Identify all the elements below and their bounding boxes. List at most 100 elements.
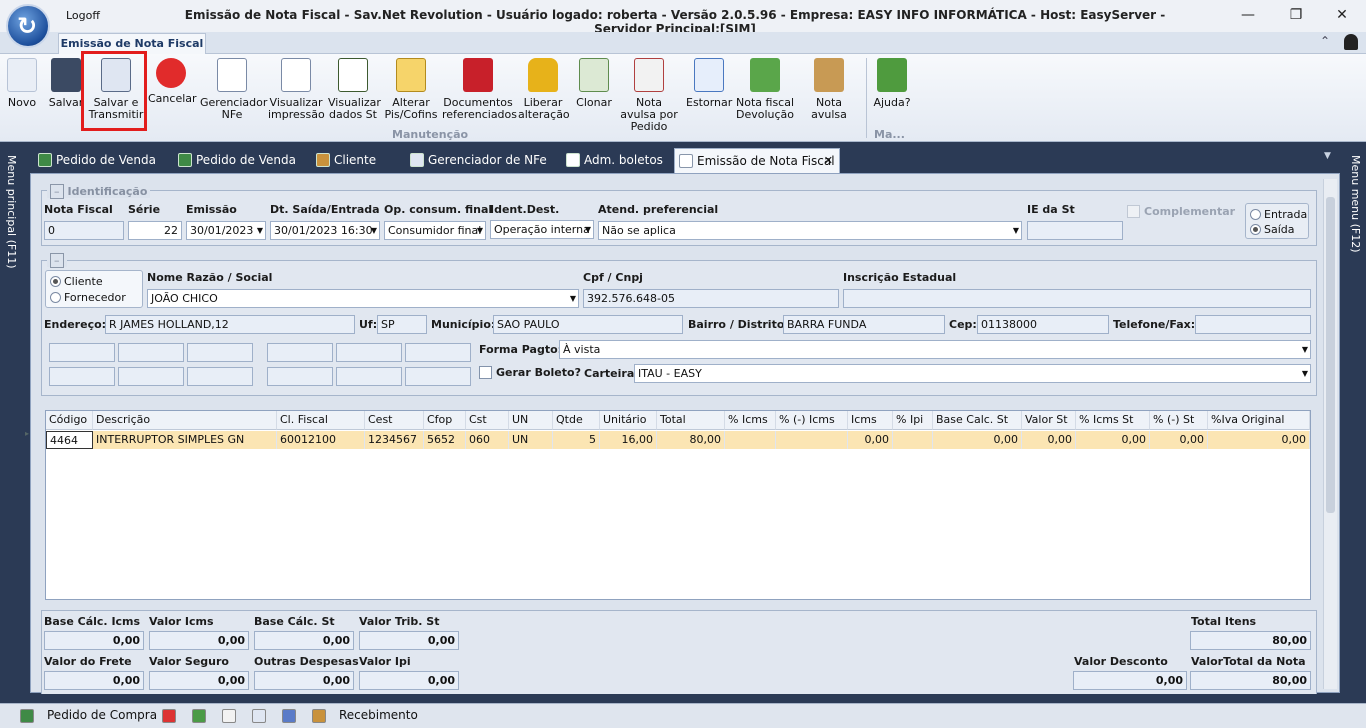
telefone-input[interactable]	[1195, 315, 1311, 334]
chevron-down-icon[interactable]: ▼	[1013, 222, 1019, 239]
novo-button[interactable]: Novo	[4, 58, 40, 109]
document-icon[interactable]	[222, 709, 236, 723]
ribbon-collapse-icon[interactable]: ⌃	[1320, 34, 1330, 48]
tab-emissao-nota-fiscal[interactable]: Emissão de Nota Fiscal ✕	[674, 148, 840, 174]
cell-icms-st[interactable]: 0,00	[1076, 431, 1150, 449]
left-menu-bar[interactable]: Menu principal (F11)	[0, 143, 22, 703]
cell-codigo[interactable]: 4464	[46, 431, 93, 449]
col-header[interactable]: Base Calc. St	[933, 411, 1022, 430]
carteira-select[interactable]: ITAU - EASY ▼	[634, 364, 1311, 383]
seguro-value[interactable]: 0,00	[149, 671, 249, 690]
order-icon[interactable]	[20, 709, 34, 723]
extra-field[interactable]	[267, 343, 333, 362]
extra-field[interactable]	[49, 343, 115, 362]
logoff-menu[interactable]: Logoff	[66, 9, 100, 22]
valor-icms-value[interactable]: 0,00	[149, 631, 249, 650]
outras-despesas-value[interactable]: 0,00	[254, 671, 354, 690]
ajuda-button[interactable]: Ajuda?	[872, 58, 912, 109]
cell-icms-pct[interactable]	[725, 431, 776, 449]
col-header[interactable]: Icms	[848, 411, 893, 430]
col-header[interactable]: Qtde	[553, 411, 600, 430]
tab-pedido-venda-2[interactable]: Pedido de Venda	[174, 148, 306, 174]
cell-cl-fiscal[interactable]: 60012100	[277, 431, 365, 449]
recebimento-link[interactable]: Recebimento	[339, 708, 418, 722]
nota-avulsa-button[interactable]: Nota avulsa	[798, 58, 860, 121]
total-itens-value[interactable]: 80,00	[1190, 631, 1311, 650]
document-add-icon[interactable]	[282, 709, 296, 723]
base-st-value[interactable]: 0,00	[254, 631, 354, 650]
cell-total[interactable]: 80,00	[657, 431, 725, 449]
right-menu-bar[interactable]: Menu menu (F12)	[1344, 143, 1366, 703]
gerenciador-nfe-button[interactable]: Gerenciador NFe	[200, 58, 267, 121]
entrada-radio[interactable]: Entrada	[1250, 208, 1307, 221]
users-icon[interactable]	[312, 709, 326, 723]
tab-gerenciador-nfe[interactable]: Gerenciador de NFe	[406, 148, 556, 174]
cell-qtde[interactable]: 5	[553, 431, 600, 449]
complementar-checkbox[interactable]: Complementar	[1127, 205, 1235, 218]
col-header[interactable]: Descrição	[93, 411, 277, 430]
ie-input[interactable]	[843, 289, 1311, 308]
cell-un[interactable]: UN	[509, 431, 553, 449]
col-header[interactable]: % Ipi	[893, 411, 933, 430]
cancelar-button[interactable]: Cancelar	[148, 58, 197, 105]
menu-principal-label[interactable]: Menu principal (F11)	[5, 155, 18, 269]
extra-field[interactable]	[187, 343, 253, 362]
menu-menu-label[interactable]: Menu menu (F12)	[1349, 155, 1362, 253]
endereco-input[interactable]: R JAMES HOLLAND,12	[105, 315, 355, 334]
maximize-button[interactable]: ❐	[1276, 4, 1316, 26]
cell-cst[interactable]: 060	[466, 431, 509, 449]
col-header[interactable]: Total	[657, 411, 725, 430]
atend-select[interactable]: Não se aplica ▼	[598, 221, 1022, 240]
serie-input[interactable]: 22	[128, 221, 182, 240]
extra-field[interactable]	[267, 367, 333, 386]
scroll-thumb[interactable]	[1326, 197, 1335, 513]
municipio-input[interactable]: SAO PAULO	[493, 315, 683, 334]
cell-unitario[interactable]: 16,00	[600, 431, 657, 449]
col-header[interactable]: Unitário	[600, 411, 657, 430]
nome-select[interactable]: JOÃO CHICO ▼	[147, 289, 579, 308]
op-consum-select[interactable]: Consumidor final ▼	[384, 221, 486, 240]
tab-adm-boletos[interactable]: Adm. boletos	[562, 148, 672, 174]
app-logo-icon[interactable]: ↻	[6, 4, 50, 48]
fornecedor-radio[interactable]: Fornecedor	[50, 291, 126, 304]
desconto-value[interactable]: 0,00	[1073, 671, 1187, 690]
cell-ipi-pct[interactable]	[893, 431, 933, 449]
visualizar-impressao-button[interactable]: Visualizar impressão	[268, 58, 325, 121]
estornar-button[interactable]: Estornar	[686, 58, 732, 109]
col-header[interactable]: Valor St	[1022, 411, 1076, 430]
extra-field[interactable]	[405, 367, 471, 386]
col-header[interactable]: Cfop	[424, 411, 466, 430]
cell-icms[interactable]: 0,00	[848, 431, 893, 449]
chevron-down-icon[interactable]: ▼	[570, 290, 576, 307]
col-header[interactable]: % Icms	[725, 411, 776, 430]
ie-st-input[interactable]	[1027, 221, 1123, 240]
liberar-alteracao-button[interactable]: Liberar alteração	[518, 58, 570, 121]
extra-field[interactable]	[405, 343, 471, 362]
tab-list-chevron-icon[interactable]: ▼	[1324, 151, 1331, 161]
close-window-button[interactable]: ✕	[1322, 4, 1362, 26]
cell-iva-original[interactable]: 0,00	[1208, 431, 1310, 449]
vertical-scrollbar[interactable]	[1323, 179, 1337, 689]
bell-icon[interactable]	[1344, 34, 1358, 50]
clonar-button[interactable]: Clonar	[574, 58, 614, 109]
extra-field[interactable]	[118, 367, 184, 386]
close-tab-icon[interactable]: ✕	[824, 149, 833, 173]
valor-ipi-value[interactable]: 0,00	[359, 671, 459, 690]
chevron-down-icon[interactable]: ▼	[477, 222, 483, 239]
chevron-down-icon[interactable]: ▼	[371, 222, 377, 239]
col-header[interactable]: Cl. Fiscal	[277, 411, 365, 430]
nfe-icon[interactable]	[252, 709, 266, 723]
cep-input[interactable]: 01138000	[977, 315, 1109, 334]
cliente-radio[interactable]: Cliente	[50, 275, 103, 288]
gerar-boleto-checkbox[interactable]: Gerar Boleto?	[479, 366, 581, 379]
nota-fiscal-input[interactable]: 0	[44, 221, 124, 240]
frete-value[interactable]: 0,00	[44, 671, 144, 690]
visualizar-dados-st-button[interactable]: Visualizar dados St	[328, 58, 381, 121]
col-header[interactable]: Cest	[365, 411, 424, 430]
valor-trib-st-value[interactable]: 0,00	[359, 631, 459, 650]
pedido-compra-link[interactable]: Pedido de Compra	[47, 708, 157, 722]
chevron-down-icon[interactable]: ▼	[1302, 341, 1308, 358]
tab-pedido-venda-1[interactable]: Pedido de Venda	[34, 148, 168, 174]
chevron-down-icon[interactable]: ▼	[257, 222, 263, 239]
salvar-button[interactable]: Salvar	[46, 58, 86, 109]
